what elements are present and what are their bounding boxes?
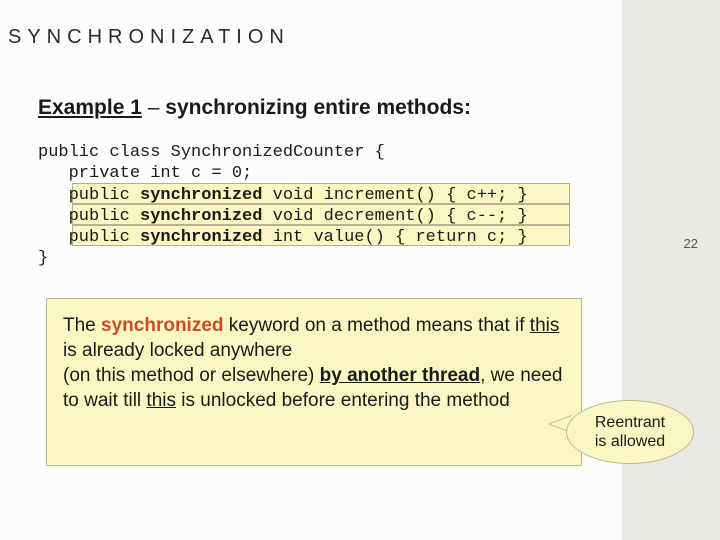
explain-this1: this — [530, 315, 560, 336]
code-l5b: int value() { return c; } — [262, 228, 527, 247]
code-l3a: public — [38, 186, 140, 205]
code-l4a: public — [38, 207, 140, 226]
explain-by-thread: by another thread — [320, 365, 480, 386]
code-l1a: public class Synchronized — [38, 143, 293, 162]
explain-p1: The — [63, 315, 101, 336]
code-l4b: void decrement() { c--; } — [262, 207, 527, 226]
explain-p2: keyword on a method means that if — [224, 315, 530, 336]
keyword-synchronized-3: synchronized — [140, 228, 262, 247]
bubble-line2: is allowed — [595, 433, 665, 450]
slide-number: 22 — [684, 236, 698, 251]
keyword-synchronized-2: synchronized — [140, 207, 262, 226]
code-l2: private int c = 0; — [38, 164, 252, 183]
code-l5a: public — [38, 228, 140, 247]
explain-p6: is unlocked before entering the method — [176, 390, 510, 411]
code-l6: } — [38, 249, 48, 268]
code-l3b: void increment() { c++; } — [262, 186, 527, 205]
bubble-line1: Reentrant — [595, 414, 665, 431]
explanation-box: The synchronized keyword on a method mea… — [46, 298, 582, 466]
reentrant-callout: Reentrant is allowed — [566, 400, 694, 464]
explain-this2: this — [146, 390, 176, 411]
explain-sync-keyword: synchronized — [101, 315, 223, 336]
example-label: Example 1 — [38, 96, 142, 119]
code-l1b: Counter { — [293, 143, 385, 162]
keyword-synchronized-1: synchronized — [140, 186, 262, 205]
heading-dash: – — [142, 96, 165, 119]
heading-rest: synchronizing entire methods: — [165, 96, 471, 119]
explain-p4: (on this method or elsewhere) — [63, 365, 320, 386]
explain-p3: is already locked anywhere — [63, 340, 292, 361]
slide-title: SYNCHRONIZATION — [8, 26, 290, 49]
code-block: public class SynchronizedCounter { priva… — [38, 142, 528, 270]
example-heading: Example 1 – synchronizing entire methods… — [38, 96, 471, 120]
